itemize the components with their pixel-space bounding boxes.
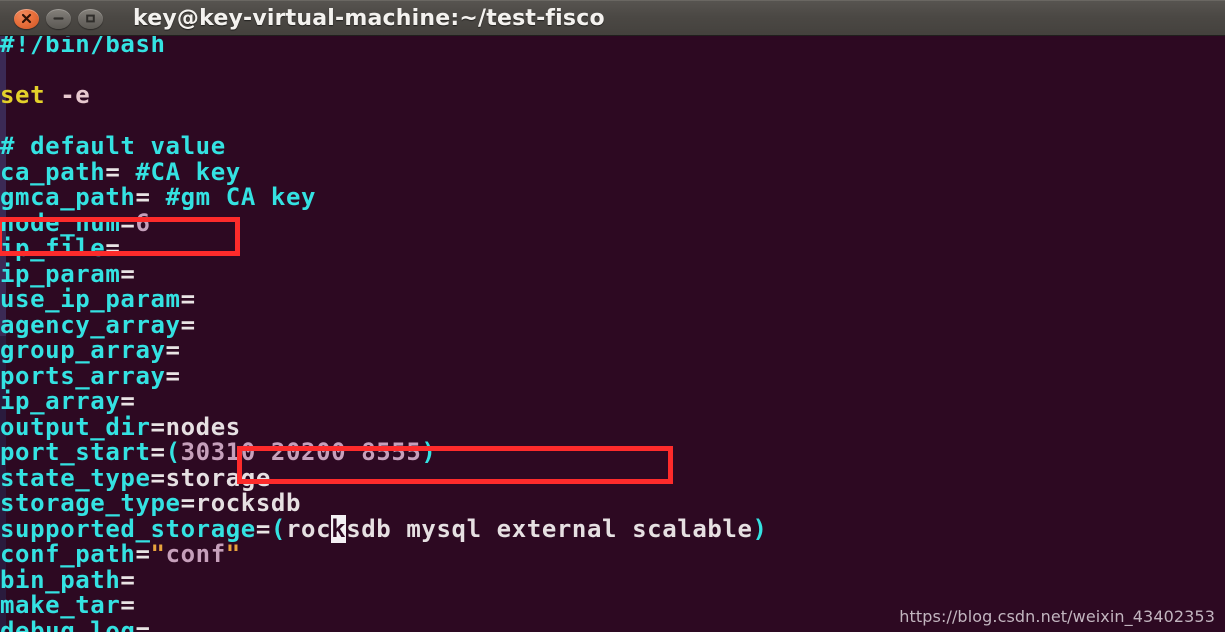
terminal-span: set bbox=[0, 81, 46, 109]
terminal-span: = bbox=[135, 183, 151, 211]
terminal-span: nodes bbox=[165, 412, 241, 441]
terminal-span: ports_array bbox=[0, 361, 166, 390]
terminal-span: use_ip_param bbox=[0, 285, 181, 313]
terminal-line: ip_array= bbox=[0, 387, 1225, 415]
terminal-line: port_start=(30310 20200 8555) bbox=[0, 438, 1225, 466]
terminal-span: #!/bin/bash bbox=[0, 36, 166, 58]
terminal-line: conf_path="conf" bbox=[0, 540, 1225, 568]
terminal-span: 6 bbox=[135, 208, 151, 237]
terminal-line: agency_array= bbox=[0, 310, 1225, 339]
terminal-span: = bbox=[105, 234, 121, 262]
terminal-span: = bbox=[150, 412, 166, 441]
terminal-span: #CA key bbox=[135, 157, 241, 186]
terminal-span: storage bbox=[165, 463, 271, 492]
terminal-span: = bbox=[120, 565, 136, 594]
terminal-span: = bbox=[165, 361, 181, 390]
terminal-body[interactable]: #!/bin/bash set -e # default value ca_pat… bbox=[0, 36, 1225, 632]
terminal-span: ( bbox=[165, 438, 181, 466]
terminal-span: node_num bbox=[0, 208, 121, 237]
terminal-span: make_tar bbox=[0, 591, 121, 619]
terminal-span: = bbox=[180, 310, 196, 339]
terminal-span: ) bbox=[421, 438, 437, 466]
terminal-span: -e bbox=[60, 81, 91, 109]
minimize-button[interactable] bbox=[46, 8, 71, 29]
terminal-span: " bbox=[225, 540, 241, 568]
terminal-span: gmca_path bbox=[0, 183, 136, 211]
terminal-span: state_type bbox=[0, 463, 151, 492]
terminal-span bbox=[45, 81, 60, 109]
terminal-line: state_type=storage bbox=[0, 463, 1225, 492]
terminal-line: storage_type=rocksdb bbox=[0, 489, 1225, 517]
window-title: key@key-virtual-machine:~/test-fisco bbox=[133, 6, 605, 31]
terminal-span: = bbox=[150, 438, 166, 466]
terminal-span: group_array bbox=[0, 336, 166, 364]
close-icon bbox=[21, 13, 32, 24]
terminal-span: ip_array bbox=[0, 387, 121, 415]
terminal-span: = bbox=[120, 387, 136, 415]
terminal-span: storage_type bbox=[0, 489, 181, 517]
terminal-span: 30310 20200 8555 bbox=[180, 438, 422, 466]
terminal-span: # default value bbox=[0, 132, 226, 160]
terminal-line: set -e bbox=[0, 81, 1225, 109]
terminal-span: agency_array bbox=[0, 310, 181, 339]
minimize-icon bbox=[53, 17, 64, 20]
terminal-span: sdb mysql external scalable bbox=[346, 514, 753, 543]
terminal-line: gmca_path= #gm CA key bbox=[0, 183, 1225, 211]
terminal-span: ca_path bbox=[0, 157, 106, 186]
terminal-span: = bbox=[255, 514, 271, 543]
terminal-span bbox=[120, 158, 135, 186]
terminal-line: # default value bbox=[0, 132, 1225, 160]
terminal-line: ports_array= bbox=[0, 361, 1225, 390]
terminal-span: = bbox=[120, 591, 136, 619]
terminal-span: ( bbox=[270, 514, 286, 543]
terminal-line: ip_param= bbox=[0, 259, 1225, 288]
terminal-span: port_start bbox=[0, 438, 151, 466]
terminal-span: = bbox=[180, 285, 196, 313]
terminal-span: ) bbox=[752, 514, 768, 543]
terminal-span: = bbox=[105, 157, 121, 186]
terminal-span: rocksdb bbox=[195, 489, 302, 517]
terminal-span: bin_path bbox=[0, 565, 121, 594]
terminal-line: supported_storage=(rocksdb mysql externa… bbox=[0, 514, 1225, 543]
close-button[interactable] bbox=[14, 8, 39, 29]
terminal-line: use_ip_param= bbox=[0, 285, 1225, 313]
terminal-span: supported_storage bbox=[0, 514, 256, 543]
terminal-line: ip_file= bbox=[0, 234, 1225, 262]
terminal-span: = bbox=[180, 489, 196, 517]
terminal-span: = bbox=[135, 616, 151, 632]
terminal-span: debug_log bbox=[0, 616, 136, 632]
maximize-icon bbox=[86, 14, 95, 23]
terminal-span bbox=[151, 183, 166, 211]
terminal-window: key@key-virtual-machine:~/test-fisco #!/… bbox=[0, 0, 1225, 632]
watermark: https://blog.csdn.net/weixin_43402353 bbox=[899, 607, 1215, 626]
window-titlebar[interactable]: key@key-virtual-machine:~/test-fisco bbox=[0, 0, 1225, 36]
window-controls bbox=[14, 8, 103, 29]
terminal-span: = bbox=[165, 336, 181, 364]
terminal-span: = bbox=[150, 463, 166, 492]
terminal-line: ca_path= #CA key bbox=[0, 157, 1225, 186]
terminal-span: ip_file bbox=[0, 234, 106, 262]
terminal-text: #!/bin/bash set -e # default value ca_pat… bbox=[0, 36, 1225, 632]
terminal-span: #gm CA key bbox=[165, 183, 317, 211]
terminal-line: group_array= bbox=[0, 336, 1225, 364]
terminal-line: node_num=6 bbox=[0, 208, 1225, 237]
terminal-span: = bbox=[135, 540, 151, 568]
terminal-span: output_dir bbox=[0, 412, 151, 441]
terminal-span: " bbox=[150, 540, 166, 568]
text-cursor: k bbox=[331, 514, 347, 543]
terminal-span: ip_param bbox=[0, 259, 121, 288]
terminal-span: roc bbox=[285, 514, 332, 543]
terminal-span: conf_path bbox=[0, 540, 136, 568]
terminal-line: #!/bin/bash bbox=[0, 36, 1225, 58]
maximize-button[interactable] bbox=[78, 8, 103, 29]
terminal-line: output_dir=nodes bbox=[0, 412, 1225, 441]
terminal-span: = bbox=[120, 259, 136, 288]
terminal-span: conf bbox=[165, 540, 226, 568]
terminal-line: bin_path= bbox=[0, 565, 1225, 594]
terminal-span: = bbox=[120, 208, 136, 237]
